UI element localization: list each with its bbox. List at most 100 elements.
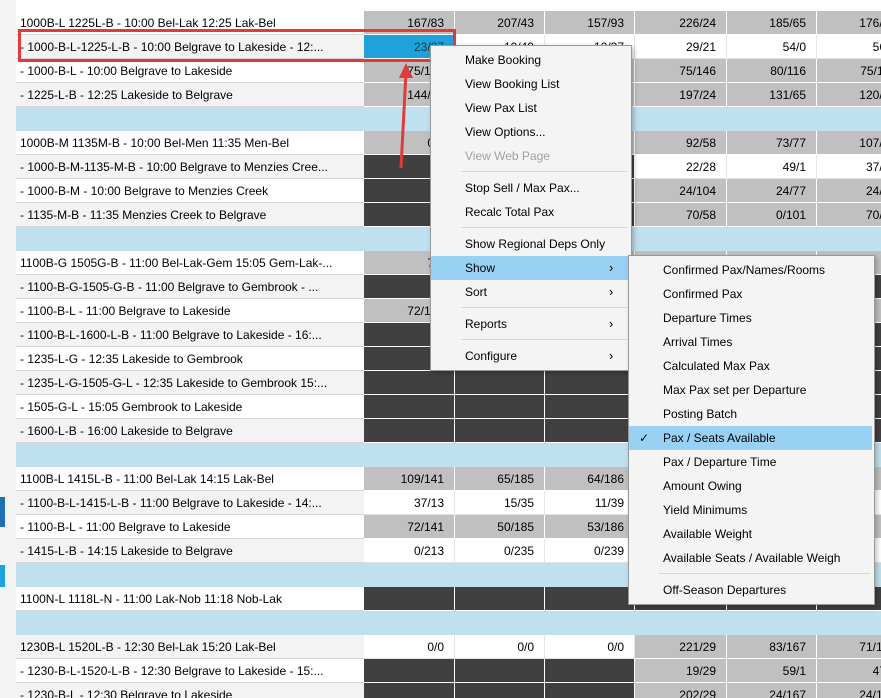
pax-seats-cell[interactable]: 202/29 <box>635 683 727 698</box>
pax-seats-cell[interactable]: 0/213 <box>364 539 455 563</box>
show-option-calculated-max-pax[interactable]: Calculated Max Pax <box>629 354 872 378</box>
menu-item-reports[interactable]: Reports › <box>431 312 629 336</box>
pax-seats-cell[interactable] <box>455 395 545 419</box>
show-option-departure-times[interactable]: Departure Times <box>629 306 872 330</box>
pax-seats-cell[interactable]: 19/29 <box>635 659 727 683</box>
pax-seats-cell[interactable]: 11/39 <box>545 491 635 515</box>
menu-item-view-booking-list[interactable]: View Booking List <box>431 72 629 96</box>
menu-item-view-options[interactable]: View Options... <box>431 120 629 144</box>
departure-name: - 1100-B-L - 11:00 Belgrave to Lakeside <box>16 299 364 323</box>
pax-seats-cell[interactable]: 207/43 <box>455 11 545 35</box>
show-option-pax-departure-time[interactable]: Pax / Departure Time <box>629 450 872 474</box>
pax-seats-cell[interactable]: 0/0 <box>545 635 635 659</box>
show-option-amount-owing[interactable]: Amount Owing <box>629 474 872 498</box>
pax-seats-cell[interactable]: 80/116 <box>727 59 817 83</box>
pax-seats-cell[interactable] <box>364 683 455 698</box>
pax-seats-cell[interactable]: 83/167 <box>727 635 817 659</box>
pax-seats-cell[interactable]: 37/13 <box>364 491 455 515</box>
pax-seats-cell[interactable]: 0/101 <box>727 203 817 227</box>
pax-seats-cell[interactable]: 197/24 <box>635 83 727 107</box>
show-option-confirmed-pax[interactable]: Confirmed Pax <box>629 282 872 306</box>
pax-seats-cell[interactable]: 71/179 <box>817 635 881 659</box>
pax-seats-cell[interactable]: 56/1 <box>817 35 881 59</box>
pax-seats-cell[interactable]: 75/146 <box>635 59 727 83</box>
departure-row[interactable]: 1230B-L 1520L-B - 12:30 Bel-Lak 15:20 La… <box>16 635 881 659</box>
departure-row[interactable]: 1000B-L 1225L-B - 10:00 Bel-Lak 12:25 La… <box>16 11 881 35</box>
pax-seats-cell[interactable]: 24/167 <box>727 683 817 698</box>
pax-seats-cell[interactable]: 167/83 <box>364 11 455 35</box>
pax-seats-cell[interactable]: 24/104 <box>635 179 727 203</box>
pax-seats-cell[interactable]: 176/74 <box>817 11 881 35</box>
show-option-max-pax-set-per-departure[interactable]: Max Pax set per Departure <box>629 378 872 402</box>
pax-seats-cell[interactable]: 22/28 <box>635 155 727 179</box>
pax-seats-cell[interactable]: 0/239 <box>545 539 635 563</box>
pax-seats-cell[interactable]: 54/0 <box>727 35 817 59</box>
pax-seats-cell[interactable]: 226/24 <box>635 11 727 35</box>
pax-seats-cell[interactable]: 157/93 <box>545 11 635 35</box>
pax-seats-cell[interactable]: 59/1 <box>727 659 817 683</box>
pax-seats-cell[interactable] <box>545 683 635 698</box>
departure-row[interactable]: - 1230-B-L - 12:30 Belgrave to Lakeside 2… <box>16 683 881 698</box>
menu-item-make-booking[interactable]: Make Booking <box>431 48 629 72</box>
pax-seats-cell[interactable]: 221/29 <box>635 635 727 659</box>
pax-seats-cell[interactable] <box>545 587 635 611</box>
pax-seats-cell[interactable] <box>364 659 455 683</box>
pax-seats-cell[interactable] <box>455 587 545 611</box>
pax-seats-cell[interactable] <box>364 371 455 395</box>
pax-seats-cell[interactable]: 120/74 <box>817 83 881 107</box>
show-option-pax-seats-available[interactable]: ✓ Pax / Seats Available <box>629 426 872 450</box>
menu-item-view-pax-list[interactable]: View Pax List <box>431 96 629 120</box>
show-option-confirmed-pax-names-rooms[interactable]: Confirmed Pax/Names/Rooms <box>629 258 872 282</box>
menu-item-recalc-total-pax[interactable]: Recalc Total Pax <box>431 200 629 224</box>
departure-name: 1100N-L 1118L-N - 11:00 Lak-Nob 11:18 No… <box>16 587 364 611</box>
pax-seats-cell[interactable]: 70/58 <box>635 203 727 227</box>
pax-seats-cell[interactable]: 72/141 <box>364 515 455 539</box>
menu-item-sort[interactable]: Sort › <box>431 280 629 304</box>
pax-seats-cell[interactable]: 24/77 <box>727 179 817 203</box>
menu-item-show[interactable]: Show › <box>431 256 629 280</box>
show-option-yield-minimums[interactable]: Yield Minimums <box>629 498 872 522</box>
pax-seats-cell[interactable]: 15/35 <box>455 491 545 515</box>
pax-seats-cell[interactable]: 75/119 <box>817 59 881 83</box>
pax-seats-cell[interactable] <box>545 371 635 395</box>
pax-seats-cell[interactable]: 109/141 <box>364 467 455 491</box>
pax-seats-cell[interactable] <box>455 683 545 698</box>
pax-seats-cell[interactable] <box>545 659 635 683</box>
pax-seats-cell[interactable] <box>455 659 545 683</box>
pax-seats-cell[interactable]: 50/185 <box>455 515 545 539</box>
pax-seats-cell[interactable]: 0/235 <box>455 539 545 563</box>
pax-seats-cell[interactable] <box>545 395 635 419</box>
pax-seats-cell[interactable] <box>455 371 545 395</box>
pax-seats-cell[interactable]: 64/186 <box>545 467 635 491</box>
menu-item-configure[interactable]: Configure › <box>431 344 629 368</box>
pax-seats-cell[interactable]: 185/65 <box>727 11 817 35</box>
pax-seats-cell[interactable]: 24/179 <box>817 683 881 698</box>
show-option-posting-batch[interactable]: Posting Batch <box>629 402 872 426</box>
pax-seats-cell[interactable]: 70/43 <box>817 203 881 227</box>
show-option-available-seats-available-weigh[interactable]: Available Seats / Available Weigh <box>629 546 872 570</box>
show-option-available-weight[interactable]: Available Weight <box>629 522 872 546</box>
pax-seats-cell[interactable]: 24/89 <box>817 179 881 203</box>
show-option-off-season-departures[interactable]: Off-Season Departures <box>629 578 872 602</box>
menu-item-stop-sell-max-pax[interactable]: Stop Sell / Max Pax... <box>431 176 629 200</box>
pax-seats-cell[interactable]: 92/58 <box>635 131 727 155</box>
pax-seats-cell[interactable] <box>455 419 545 443</box>
pax-seats-cell[interactable]: 37/13 <box>817 155 881 179</box>
pax-seats-cell[interactable] <box>364 587 455 611</box>
pax-seats-cell[interactable] <box>364 419 455 443</box>
pax-seats-cell[interactable]: 0/0 <box>455 635 545 659</box>
pax-seats-cell[interactable]: 0/0 <box>364 635 455 659</box>
pax-seats-cell[interactable]: 107/43 <box>817 131 881 155</box>
pax-seats-cell[interactable]: 131/65 <box>727 83 817 107</box>
pax-seats-cell[interactable]: 49/1 <box>727 155 817 179</box>
pax-seats-cell[interactable] <box>364 395 455 419</box>
pax-seats-cell[interactable]: 53/186 <box>545 515 635 539</box>
pax-seats-cell[interactable]: 29/21 <box>635 35 727 59</box>
pax-seats-cell[interactable]: 65/185 <box>455 467 545 491</box>
menu-item-show-regional-deps-only[interactable]: Show Regional Deps Only <box>431 232 629 256</box>
show-option-arrival-times[interactable]: Arrival Times <box>629 330 872 354</box>
pax-seats-cell[interactable]: 73/77 <box>727 131 817 155</box>
pax-seats-cell[interactable]: 47/3 <box>817 659 881 683</box>
pax-seats-cell[interactable] <box>545 419 635 443</box>
departure-row[interactable]: - 1230-B-L-1520-L-B - 12:30 Belgrave to … <box>16 659 881 683</box>
